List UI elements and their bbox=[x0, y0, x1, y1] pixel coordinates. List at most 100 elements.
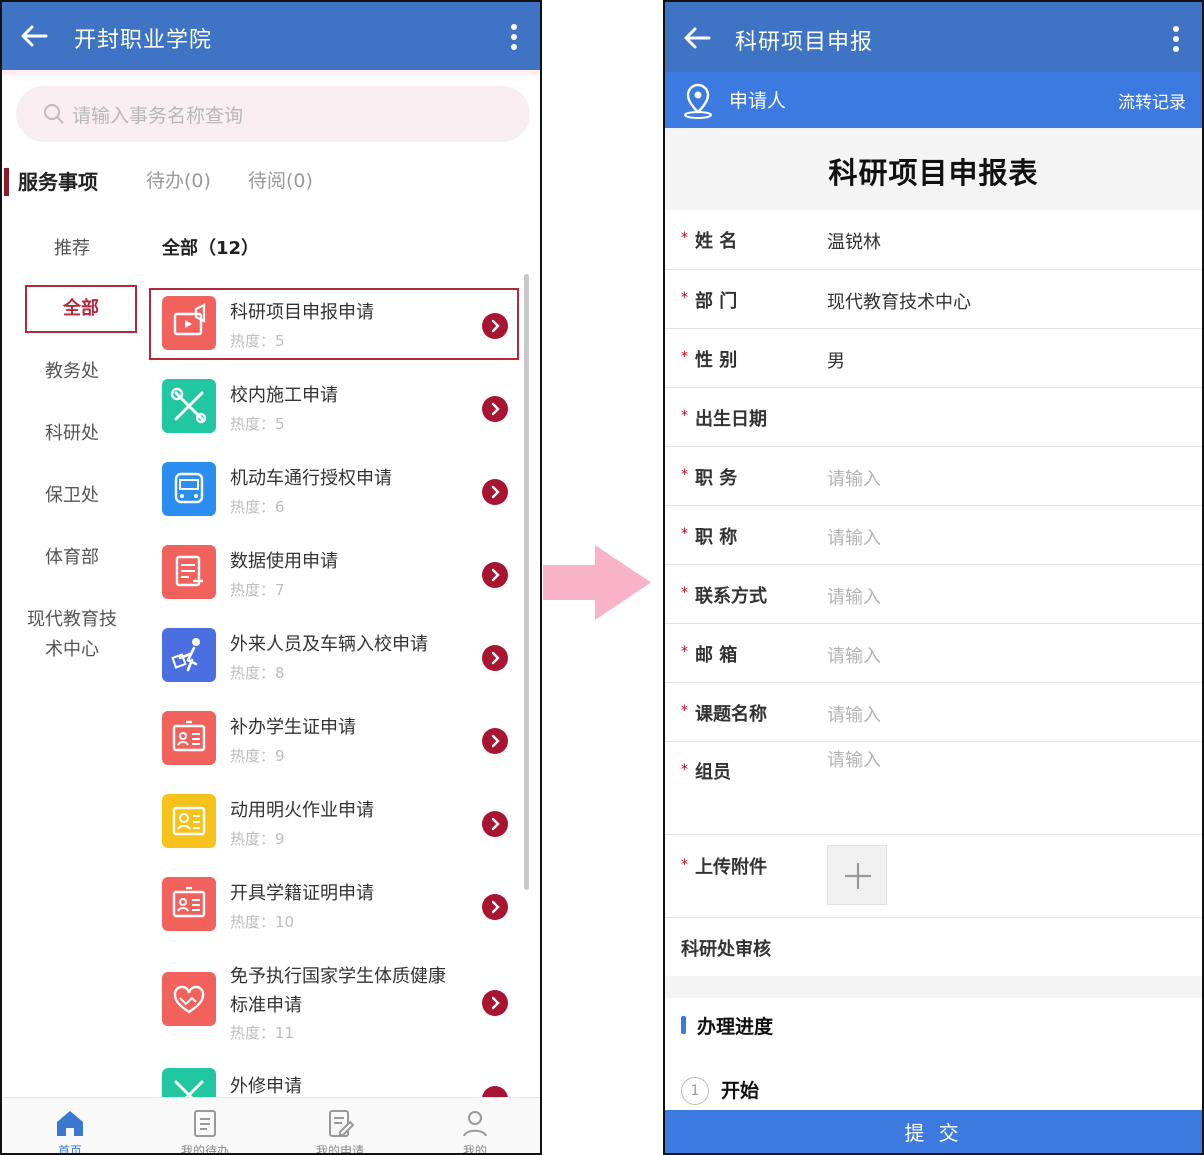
item-name: 数据使用申请 bbox=[230, 551, 338, 572]
progress-marker bbox=[681, 1016, 686, 1034]
review-label: 科研处审核 bbox=[681, 939, 771, 960]
chevron-right-icon[interactable] bbox=[482, 313, 508, 339]
item-name: 科研项目申报申请 bbox=[230, 302, 374, 323]
chevron-right-icon[interactable] bbox=[482, 894, 508, 920]
item-heat: 热度：10 bbox=[230, 913, 295, 931]
item-icon-bg bbox=[162, 711, 216, 765]
item-icon-bg bbox=[162, 462, 216, 516]
item-heat: 热度：5 bbox=[230, 415, 285, 433]
item-heat: 热度：5 bbox=[230, 332, 285, 350]
id-card-icon bbox=[172, 720, 206, 752]
field-label: 课题名称 bbox=[695, 704, 767, 725]
user-icon bbox=[463, 1111, 487, 1137]
chevron-right-icon[interactable] bbox=[482, 562, 508, 588]
required-star: * bbox=[681, 762, 688, 778]
tabbar-me-label: 我的 bbox=[462, 1144, 487, 1155]
required-star: * bbox=[681, 526, 688, 542]
edit-document-icon bbox=[329, 1110, 355, 1137]
required-star: * bbox=[681, 408, 688, 424]
field-name[interactable]: * 姓 名 温锐林 bbox=[665, 210, 1202, 270]
tab-toread[interactable]: 待阅(0) bbox=[248, 166, 313, 193]
field-contact[interactable]: * 联系方式 请输入 bbox=[665, 565, 1202, 624]
category-recommend[interactable]: 推荐 bbox=[2, 234, 142, 264]
item-icon-bg bbox=[162, 296, 216, 350]
field-placeholder[interactable]: 请输入 bbox=[827, 583, 881, 609]
field-placeholder[interactable]: 请输入 bbox=[827, 642, 881, 668]
item-name: 免予执行国家学生体质健康 bbox=[230, 966, 446, 987]
submit-button[interactable]: 提 交 bbox=[665, 1110, 1202, 1153]
search-icon bbox=[44, 104, 64, 124]
plus-icon bbox=[845, 863, 871, 889]
field-placeholder[interactable]: 请输入 bbox=[827, 746, 881, 772]
item-icon-bg bbox=[162, 545, 216, 599]
category-sports[interactable]: 体育部 bbox=[2, 543, 142, 573]
add-attachment-button[interactable] bbox=[827, 845, 887, 905]
field-email[interactable]: * 邮 箱 请输入 bbox=[665, 624, 1202, 683]
item-name: 机动车通行授权申请 bbox=[230, 468, 392, 489]
category-academic-affairs[interactable]: 教务处 bbox=[2, 357, 142, 387]
more-options-icon[interactable] bbox=[1170, 24, 1182, 54]
field-gender[interactable]: * 性 别 男 bbox=[665, 329, 1202, 388]
flow-record-link[interactable]: 流转记录 bbox=[1118, 88, 1186, 113]
field-label: 组员 bbox=[695, 762, 731, 783]
category-edtech-line2[interactable]: 术中心 bbox=[2, 635, 142, 665]
applicant-label: 申请人 bbox=[729, 90, 787, 112]
step-number: 1 bbox=[681, 1077, 709, 1105]
category-edtech-line1[interactable]: 现代教育技 bbox=[2, 605, 142, 635]
field-department[interactable]: * 部 门 现代教育技术中心 bbox=[665, 270, 1202, 329]
item-icon-bg bbox=[162, 877, 216, 931]
left-phone-screen: 开封职业学院 请输入事务名称查询 服务事项 待办(0) 待阅(0) 推荐 全部 … bbox=[0, 0, 542, 1155]
chevron-right-icon[interactable] bbox=[482, 990, 508, 1016]
active-tab-marker bbox=[4, 168, 9, 196]
back-arrow-icon[interactable] bbox=[18, 20, 50, 52]
field-placeholder[interactable]: 请输入 bbox=[827, 701, 881, 727]
tab-todo[interactable]: 待办(0) bbox=[146, 166, 211, 193]
tabbar-my-todo-label: 我的待办 bbox=[180, 1144, 229, 1155]
chevron-right-icon[interactable] bbox=[482, 728, 508, 754]
chevron-right-icon[interactable] bbox=[482, 645, 508, 671]
required-star: * bbox=[681, 349, 688, 365]
category-all[interactable]: 全部 bbox=[25, 285, 137, 333]
field-title[interactable]: * 职 称 请输入 bbox=[665, 506, 1202, 565]
bus-icon bbox=[174, 472, 204, 504]
field-label: 上传附件 bbox=[695, 857, 767, 878]
chevron-right-icon[interactable] bbox=[482, 396, 508, 422]
chevron-right-icon[interactable] bbox=[482, 479, 508, 505]
page-title: 开封职业学院 bbox=[74, 28, 213, 53]
visitor-icon bbox=[171, 638, 200, 672]
tab-services[interactable]: 服务事项 bbox=[18, 166, 98, 195]
document-icon bbox=[175, 555, 203, 587]
applicant-bar: 申请人 流转记录 bbox=[665, 72, 1202, 128]
field-placeholder[interactable]: 请输入 bbox=[827, 465, 881, 491]
item-heat: 热度：8 bbox=[230, 664, 285, 682]
field-topic[interactable]: * 课题名称 请输入 bbox=[665, 683, 1202, 742]
form-title: 科研项目申报表 bbox=[828, 156, 1039, 190]
item-name: 外修申请 bbox=[230, 1076, 302, 1097]
field-value[interactable]: 现代教育技术中心 bbox=[827, 288, 971, 314]
search-input[interactable]: 请输入事务名称查询 bbox=[16, 86, 530, 142]
section-divider bbox=[665, 976, 1202, 998]
category-research[interactable]: 科研处 bbox=[2, 419, 142, 449]
more-options-icon[interactable] bbox=[508, 22, 520, 52]
field-birthdate[interactable]: * 出生日期 bbox=[665, 388, 1202, 447]
field-label: 邮 箱 bbox=[695, 645, 738, 666]
item-name: 开具学籍证明申请 bbox=[230, 883, 374, 904]
field-position[interactable]: * 职 务 请输入 bbox=[665, 447, 1202, 506]
item-heat: 热度：9 bbox=[230, 830, 285, 848]
item-heat: 热度：7 bbox=[230, 581, 285, 599]
chevron-right-icon[interactable] bbox=[482, 811, 508, 837]
item-icon-bg bbox=[162, 379, 216, 433]
scrollbar[interactable] bbox=[524, 274, 529, 890]
megaphone-icon bbox=[173, 303, 206, 336]
item-icon-bg bbox=[162, 794, 216, 848]
step-label: 开始 bbox=[721, 1080, 760, 1102]
field-members[interactable]: * 组员 请输入 bbox=[665, 742, 1202, 835]
required-star: * bbox=[681, 467, 688, 483]
field-placeholder[interactable]: 请输入 bbox=[827, 524, 881, 550]
handshake-icon bbox=[173, 985, 205, 1014]
field-value[interactable]: 温锐林 bbox=[827, 228, 881, 254]
back-arrow-icon[interactable] bbox=[681, 22, 713, 54]
field-label: 部 门 bbox=[695, 291, 738, 312]
category-security[interactable]: 保卫处 bbox=[2, 481, 142, 511]
field-value[interactable]: 男 bbox=[827, 347, 845, 373]
